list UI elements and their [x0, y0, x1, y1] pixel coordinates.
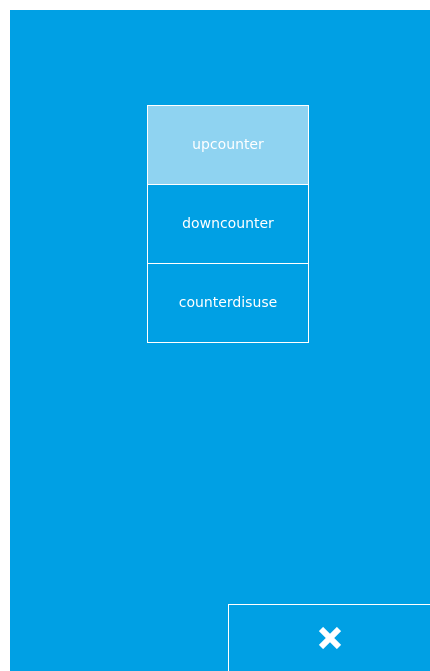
option-upcounter[interactable]: upcounter — [147, 105, 309, 185]
option-counterdisuse[interactable]: counterdisuse — [147, 263, 309, 343]
option-label: counterdisuse — [178, 295, 278, 311]
counter-mode-screen: upcounter downcounter counterdisuse — [10, 10, 430, 671]
option-label: downcounter — [182, 216, 274, 232]
option-downcounter[interactable]: downcounter — [147, 184, 309, 264]
option-label: upcounter — [192, 137, 264, 153]
counter-mode-menu: upcounter downcounter counterdisuse — [147, 105, 309, 343]
close-icon — [318, 626, 341, 650]
close-button[interactable] — [228, 604, 430, 671]
